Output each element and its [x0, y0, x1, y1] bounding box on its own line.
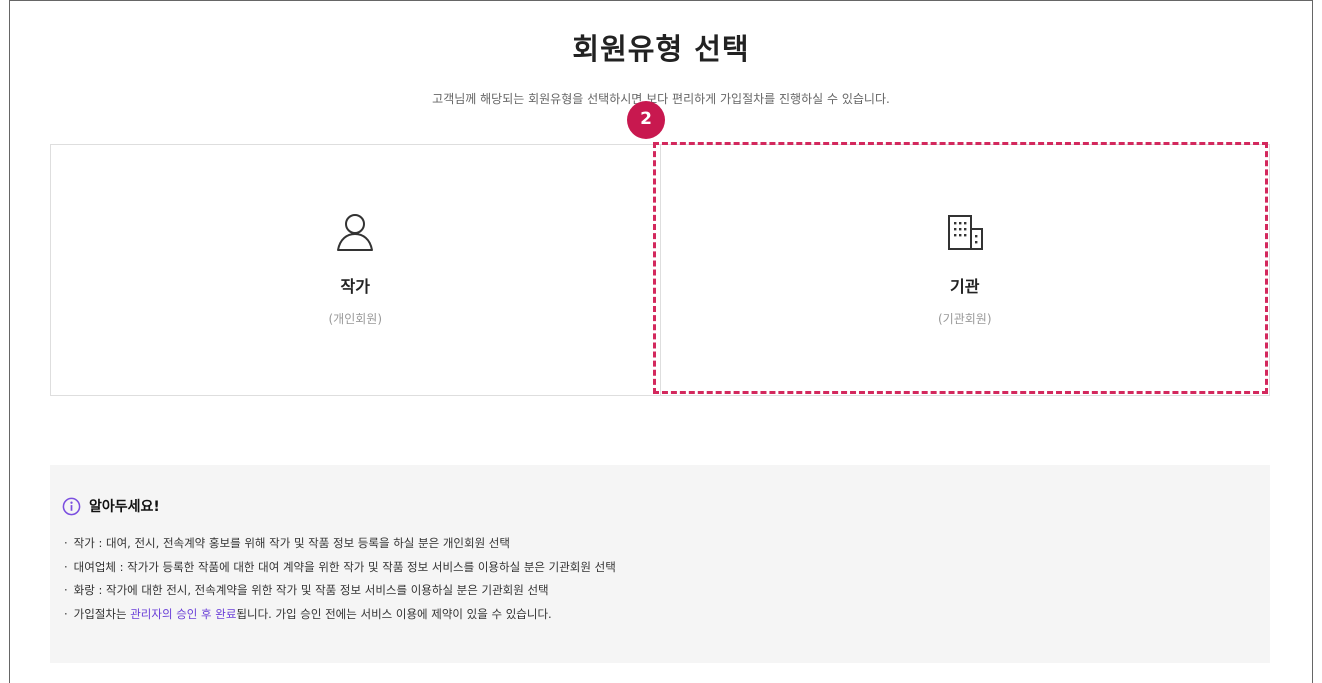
- notice-box: 알아두세요! · 작가 : 대여, 전시, 전속계약 홍보를 위해 작가 및 작품…: [50, 465, 1270, 663]
- person-icon: [337, 214, 374, 251]
- notice-item-text: 대여업체 : 작가가 등록한 작품에 대한 대여 계약을 위한 작가 및 작품 …: [73, 559, 616, 574]
- notice-title: 알아두세요!: [89, 499, 160, 515]
- card-subtitle: (개인회원): [328, 312, 383, 326]
- bullet: ·: [64, 559, 68, 574]
- member-type-card-institution[interactable]: 기관 (기관회원): [659, 145, 1270, 395]
- bullet: ·: [64, 606, 68, 621]
- page-title: 회원유형 선택: [572, 32, 750, 66]
- member-type-card-artist[interactable]: 작가 (개인회원): [51, 145, 660, 395]
- notice-item-text: 화랑 : 작가에 대한 전시, 전속계약을 위한 작가 및 작품 정보 서비스를…: [73, 583, 549, 597]
- notice-item-suffix: 됩니다. 가입 승인 전에는 서비스 이용에 제약이 있을 수 있습니다.: [236, 606, 552, 621]
- card-title: 기관: [950, 277, 980, 296]
- card-title: 작가: [340, 277, 370, 296]
- info-icon: [62, 497, 81, 515]
- member-type-cards: 작가 (개인회원) 기관 (기관회원): [50, 144, 1270, 396]
- building-icon: [947, 215, 983, 250]
- step-badge: 2: [627, 101, 665, 139]
- list-item: · 가입절차는 관리자의 승인 후 완료됩니다. 가입 승인 전에는 서비스 이용…: [64, 606, 616, 630]
- page-subtitle: 고객님께 해당되는 회원유형을 선택하시면 보다 편리하게 가입절차를 진행하실…: [432, 92, 890, 106]
- notice-item-highlight: 관리자의 승인 후 완료: [130, 606, 237, 621]
- card-subtitle: (기관회원): [937, 312, 992, 326]
- bullet: ·: [64, 536, 68, 550]
- list-item: · 화랑 : 작가에 대한 전시, 전속계약을 위한 작가 및 작품 정보 서비스…: [64, 582, 616, 606]
- notice-item-prefix: 가입절차는: [73, 606, 131, 621]
- notice-list: · 작가 : 대여, 전시, 전속계약 홍보를 위해 작가 및 작품 정보 등록을…: [64, 535, 616, 629]
- list-item: · 작가 : 대여, 전시, 전속계약 홍보를 위해 작가 및 작품 정보 등록을…: [64, 535, 616, 559]
- list-item: · 대여업체 : 작가가 등록한 작품에 대한 대여 계약을 위한 작가 및 작품…: [64, 559, 616, 583]
- notice-header: 알아두세요!: [62, 496, 160, 516]
- notice-item-text: 작가 : 대여, 전시, 전속계약 홍보를 위해 작가 및 작품 정보 등록을 …: [73, 536, 510, 550]
- bullet: ·: [64, 583, 68, 597]
